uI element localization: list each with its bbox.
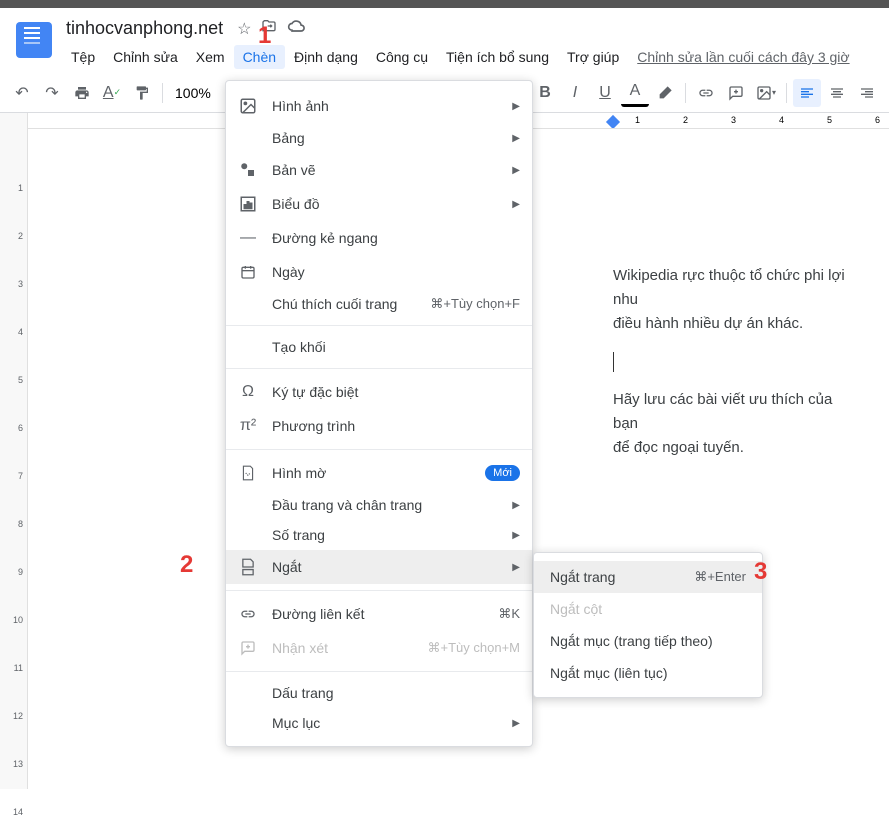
menu-addons[interactable]: Tiện ích bổ sung [437, 45, 558, 69]
menu-file[interactable]: Tệp [62, 45, 104, 69]
spellcheck-button[interactable]: A✓ [98, 79, 126, 107]
text-cursor [613, 352, 614, 372]
paragraph-text: điều hành nhiều dự án khác. [613, 312, 859, 336]
drawing-icon [238, 160, 258, 180]
chevron-right-icon: ▶ [512, 530, 520, 541]
omega-icon: Ω [238, 382, 258, 402]
chevron-right-icon: ▶ [512, 562, 520, 573]
annotation-1: 1 [258, 22, 271, 50]
highlight-button[interactable] [651, 79, 679, 107]
break-submenu: Ngắt trang ⌘+Enter Ngắt cột Ngắt mục (tr… [533, 552, 763, 698]
menu-item-watermark[interactable]: Hình mờ Mới [226, 456, 532, 490]
link-icon [238, 604, 258, 624]
submenu-section-break-next[interactable]: Ngắt mục (trang tiếp theo) [534, 625, 762, 657]
menu-item-link[interactable]: Đường liên kết ⌘K [226, 597, 532, 631]
header: tinhocvanphong.net ☆ Tệp Chỉnh sửa Xem C… [0, 8, 889, 73]
insert-comment-button[interactable] [722, 79, 750, 107]
undo-button[interactable]: ↶ [8, 79, 36, 107]
submenu-column-break: Ngắt cột [534, 593, 762, 625]
menu-item-date[interactable]: Ngày [226, 255, 532, 289]
paint-format-button[interactable] [128, 79, 156, 107]
underline-button[interactable]: U [591, 79, 619, 107]
menu-item-break[interactable]: Ngắt ▶ [226, 550, 532, 584]
break-icon [238, 557, 258, 577]
menu-item-headers-footers[interactable]: Đầu trang và chân trang ▶ [226, 490, 532, 520]
menu-format[interactable]: Định dạng [285, 45, 367, 69]
chevron-right-icon: ▶ [512, 101, 520, 112]
chevron-right-icon: ▶ [512, 165, 520, 176]
redo-button[interactable]: ↷ [38, 79, 66, 107]
align-right-button[interactable] [853, 79, 881, 107]
image-icon [238, 96, 258, 116]
last-edit-link[interactable]: Chỉnh sửa lần cuối cách đây 3 giờ [628, 45, 858, 69]
annotation-3: 3 [754, 558, 767, 586]
menu-item-chart[interactable]: Biểu đồ ▶ [226, 187, 532, 221]
cloud-status-icon[interactable] [287, 18, 307, 39]
menu-item-horizontal-line[interactable]: — Đường kẻ ngang [226, 221, 532, 255]
chevron-right-icon: ▶ [512, 133, 520, 144]
paragraph-text: Hãy lưu các bài viết ưu thích của bạn [613, 388, 859, 436]
submenu-section-break-continuous[interactable]: Ngắt mục (liên tục) [534, 657, 762, 689]
chevron-right-icon: ▶ [512, 718, 520, 729]
paragraph-text: để đọc ngoại tuyến. [613, 436, 859, 460]
chevron-right-icon: ▶ [512, 199, 520, 210]
menu-tools[interactable]: Công cụ [367, 45, 437, 69]
insert-image-button[interactable]: ▾ [752, 79, 780, 107]
menu-item-table[interactable]: Bảng ▶ [226, 123, 532, 153]
menu-help[interactable]: Trợ giúp [558, 45, 628, 69]
bold-button[interactable]: B [531, 79, 559, 107]
menubar: Tệp Chỉnh sửa Xem Chèn Định dạng Công cụ… [62, 45, 859, 69]
menu-item-footnote[interactable]: Chú thích cuối trang ⌘+Tùy chọn+F [226, 289, 532, 319]
chart-icon [238, 194, 258, 214]
docs-logo-icon[interactable] [16, 22, 52, 58]
vertical-ruler: 1 2 3 4 5 6 7 8 9 10 11 12 13 14 [0, 113, 28, 789]
doc-title[interactable]: tinhocvanphong.net [62, 16, 227, 41]
new-badge: Mới [485, 465, 520, 481]
calendar-icon [238, 262, 258, 282]
zoom-select[interactable]: 100% [169, 85, 217, 101]
italic-button[interactable]: I [561, 79, 589, 107]
pi-icon: π² [238, 416, 258, 436]
submenu-page-break[interactable]: Ngắt trang ⌘+Enter [534, 561, 762, 593]
paragraph-text: Wikipedia rực thuộc tổ chức phi lợi nhu [613, 264, 859, 312]
print-button[interactable] [68, 79, 96, 107]
menu-item-page-numbers[interactable]: Số trang ▶ [226, 520, 532, 550]
star-icon[interactable]: ☆ [237, 19, 251, 39]
menu-item-drawing[interactable]: Bản vẽ ▶ [226, 153, 532, 187]
comment-icon [238, 638, 258, 658]
insert-menu-dropdown: Hình ảnh ▶ Bảng ▶ Bản vẽ ▶ Biểu đồ ▶ — Đ… [225, 80, 533, 747]
menu-view[interactable]: Xem [187, 45, 234, 69]
menu-edit[interactable]: Chỉnh sửa [104, 45, 187, 69]
menu-item-toc[interactable]: Mục lục ▶ [226, 708, 532, 738]
menu-item-equation[interactable]: π² Phương trình [226, 409, 532, 443]
chevron-right-icon: ▶ [512, 500, 520, 511]
insert-link-button[interactable] [692, 79, 720, 107]
horizontal-line-icon: — [238, 228, 258, 248]
annotation-2: 2 [180, 551, 193, 579]
menu-item-special-chars[interactable]: Ω Ký tự đặc biệt [226, 375, 532, 409]
align-left-button[interactable] [793, 79, 821, 107]
watermark-icon [238, 463, 258, 483]
menu-item-image[interactable]: Hình ảnh ▶ [226, 89, 532, 123]
align-center-button[interactable] [823, 79, 851, 107]
text-color-button[interactable]: A [621, 79, 649, 107]
menu-item-bookmark[interactable]: Dấu trang [226, 678, 532, 708]
menu-item-building-blocks[interactable]: Tạo khối [226, 332, 532, 362]
menu-item-comment: Nhận xét ⌘+Tùy chọn+M [226, 631, 532, 665]
